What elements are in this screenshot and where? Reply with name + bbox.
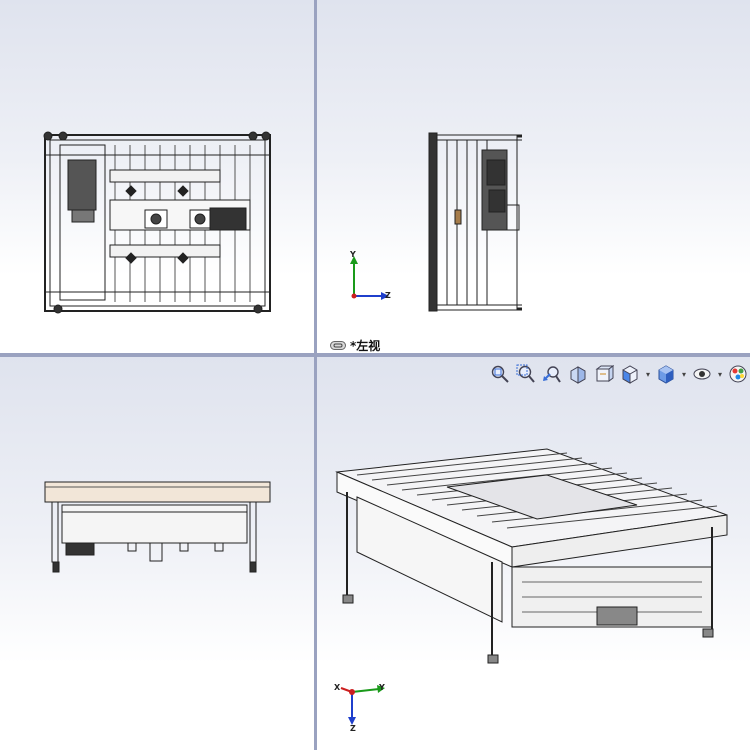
display-style-icon[interactable] [654,363,678,385]
iso-triad-z-label: Z [350,724,356,733]
view-triad [350,256,389,300]
viewport-divider-vertical[interactable] [314,0,317,750]
view-name: *左视 [350,339,381,353]
model-left-view [350,132,522,312]
hide-show-items-dropdown[interactable]: ▾ [716,363,724,385]
edit-appearance-icon[interactable] [726,363,750,385]
viewport-left-view[interactable]: Y Z *左视 [317,0,750,353]
iso-triad-x-label: X [334,683,341,692]
triad-z-label: Z [385,291,391,300]
viewport-isometric-view[interactable]: X Y Z ▾ ▾ ▾ [317,357,750,750]
model-top-view [43,131,271,314]
viewport-divider-horizontal[interactable] [0,353,750,357]
model-front-view [44,481,271,573]
hide-show-items-icon[interactable] [690,363,714,385]
display-style-dropdown[interactable]: ▾ [680,363,688,385]
dynamic-annotation-icon[interactable] [592,363,616,385]
link-views-icon [330,341,346,350]
view-orientation-icon[interactable] [618,363,642,385]
viewport-front-view[interactable] [0,357,314,750]
view-orientation-label: *左视 [330,337,380,353]
triad-y-label: Y [350,250,356,259]
viewport-top-view[interactable] [0,0,314,353]
iso-triad-y-label: Y [379,683,385,692]
zoom-to-fit-icon[interactable] [488,363,512,385]
zoom-to-area-icon[interactable] [514,363,538,385]
previous-view-icon[interactable] [540,363,564,385]
section-view-icon[interactable] [566,363,590,385]
heads-up-view-toolbar: ▾ ▾ ▾ [488,362,750,386]
view-orientation-dropdown[interactable]: ▾ [644,363,652,385]
